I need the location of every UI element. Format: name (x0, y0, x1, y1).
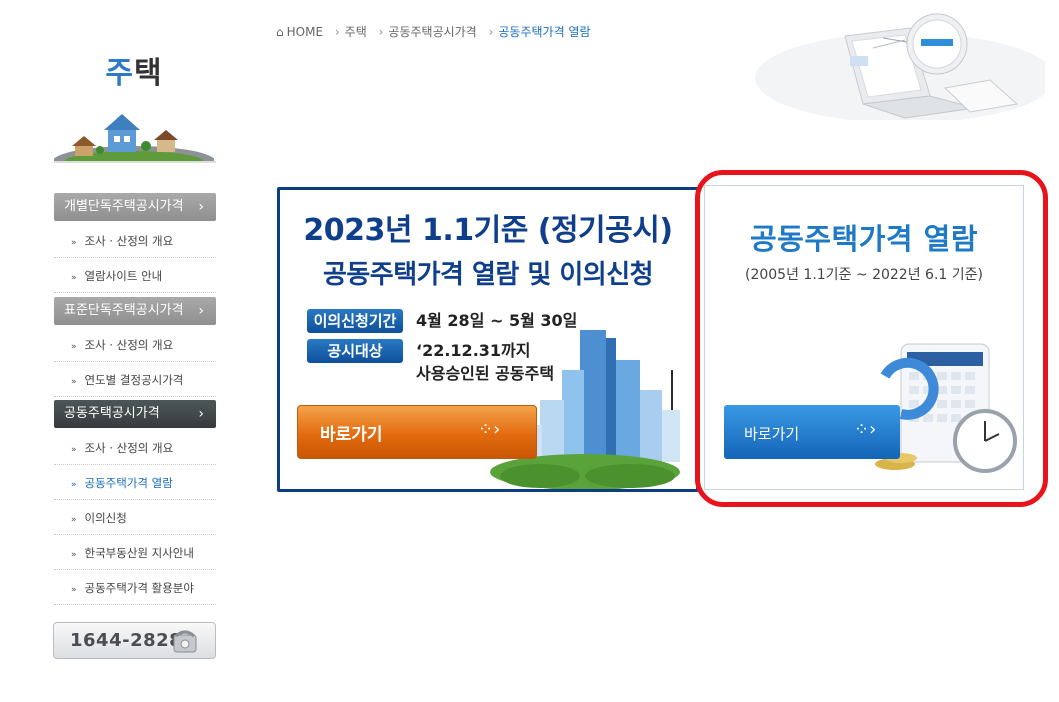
submenu-item-current[interactable]: » 공동주택가격 열람 (54, 466, 216, 500)
bullet-icon: » (71, 480, 77, 490)
menu-apartment[interactable]: 공동주택공시가격 › (54, 400, 216, 428)
breadcrumb-separator: › (334, 25, 340, 39)
chevron-right-icon: › (198, 199, 204, 215)
phone-icon (173, 630, 197, 653)
breadcrumb-separator: › (488, 25, 494, 39)
breadcrumb-separator: › (378, 25, 384, 39)
section-title: 주택 (54, 48, 214, 92)
menu-standard-house[interactable]: 표준단독주택공시가격 › (54, 297, 216, 325)
submenu-label: 조사 · 산정의 개요 (84, 338, 174, 352)
phone-number: 1644-2828 (70, 630, 183, 651)
chevron-right-icon: › (198, 303, 204, 319)
submenu-label: 열람사이트 안내 (84, 269, 163, 283)
submenu-item[interactable]: » 한국부동산원 지사안내 (54, 536, 216, 570)
houses-illustration (54, 114, 214, 162)
menu-label: 공동주택공시가격 (64, 406, 160, 421)
home-icon: ⌂ (276, 25, 284, 39)
disclosure-target-tag: 공시대상 (307, 339, 403, 363)
bullet-icon: » (71, 585, 77, 595)
go-to-2023-button[interactable]: 바로가기 ⁘› (297, 405, 537, 459)
breadcrumb: ⌂ HOME › 주택 › 공동주택공시가격 › 공동주택가격 열람 (276, 23, 599, 40)
submenu-label: 이의신청 (84, 511, 127, 525)
submenu-item[interactable]: » 조사 · 산정의 개요 (54, 431, 216, 465)
sidebar-divider (54, 161, 216, 163)
banner-subtitle: 공동주택가격 열람 및 이의신청 (322, 260, 654, 290)
bullet-icon: » (71, 273, 77, 283)
submenu-label: 공동주택가격 활용분야 (84, 581, 194, 595)
breadcrumb-item[interactable]: 공동주택공시가격 (388, 25, 476, 39)
submenu-item[interactable]: » 공동주택가격 활용분야 (54, 571, 216, 605)
section-title-rest: 택 (134, 56, 163, 91)
breadcrumb-item[interactable]: 주택 (345, 25, 367, 39)
menu-label: 표준단독주택공시가격 (64, 303, 184, 318)
button-label: 바로가기 (320, 425, 383, 445)
banner-2023-notice: 2023년 1.1기준 (정기공시) 공동주택가격 열람 및 이의신청 이의신청… (277, 187, 699, 492)
chevron-right-icon: › (198, 406, 204, 422)
objection-period-tag: 이의신청기간 (307, 309, 403, 333)
submenu-label: 조사 · 산정의 개요 (84, 234, 174, 248)
submenu-label: 연도별 결정공시가격 (84, 373, 184, 387)
banner-title: 2023년 1.1기준 (정기공시) (303, 213, 673, 248)
highlight-annotation-ring (695, 170, 1048, 507)
bullet-icon: » (71, 445, 77, 455)
phone-number-box: 1644-2828 (53, 622, 216, 659)
objection-period-value: 4월 28일 ~ 5월 30일 (416, 311, 578, 330)
breadcrumb-home[interactable]: HOME (287, 25, 323, 39)
section-title-accent: 주 (105, 56, 134, 91)
bullet-icon: » (71, 377, 77, 387)
submenu-item[interactable]: » 연도별 결정공시가격 (54, 363, 216, 397)
arrow-right-icon: ⁘› (478, 419, 501, 440)
bullet-icon: » (71, 515, 77, 525)
submenu-label: 조사 · 산정의 개요 (84, 441, 174, 455)
menu-label: 개별단독주택공시가격 (64, 199, 184, 214)
bullet-icon: » (71, 238, 77, 248)
bullet-icon: » (71, 342, 77, 352)
bullet-icon: » (71, 550, 77, 560)
submenu-item[interactable]: » 열람사이트 안내 (54, 259, 216, 293)
submenu-label: 한국부동산원 지사안내 (84, 546, 194, 560)
menu-individual-house[interactable]: 개별단독주택공시가격 › (54, 193, 216, 221)
breadcrumb-current: 공동주택가격 열람 (498, 25, 591, 39)
laptop-illustration (755, 13, 1045, 120)
submenu-label: 공동주택가격 열람 (84, 476, 173, 490)
submenu-item[interactable]: » 이의신청 (54, 501, 216, 535)
submenu-item[interactable]: » 조사 · 산정의 개요 (54, 328, 216, 362)
submenu-item[interactable]: » 조사 · 산정의 개요 (54, 224, 216, 258)
